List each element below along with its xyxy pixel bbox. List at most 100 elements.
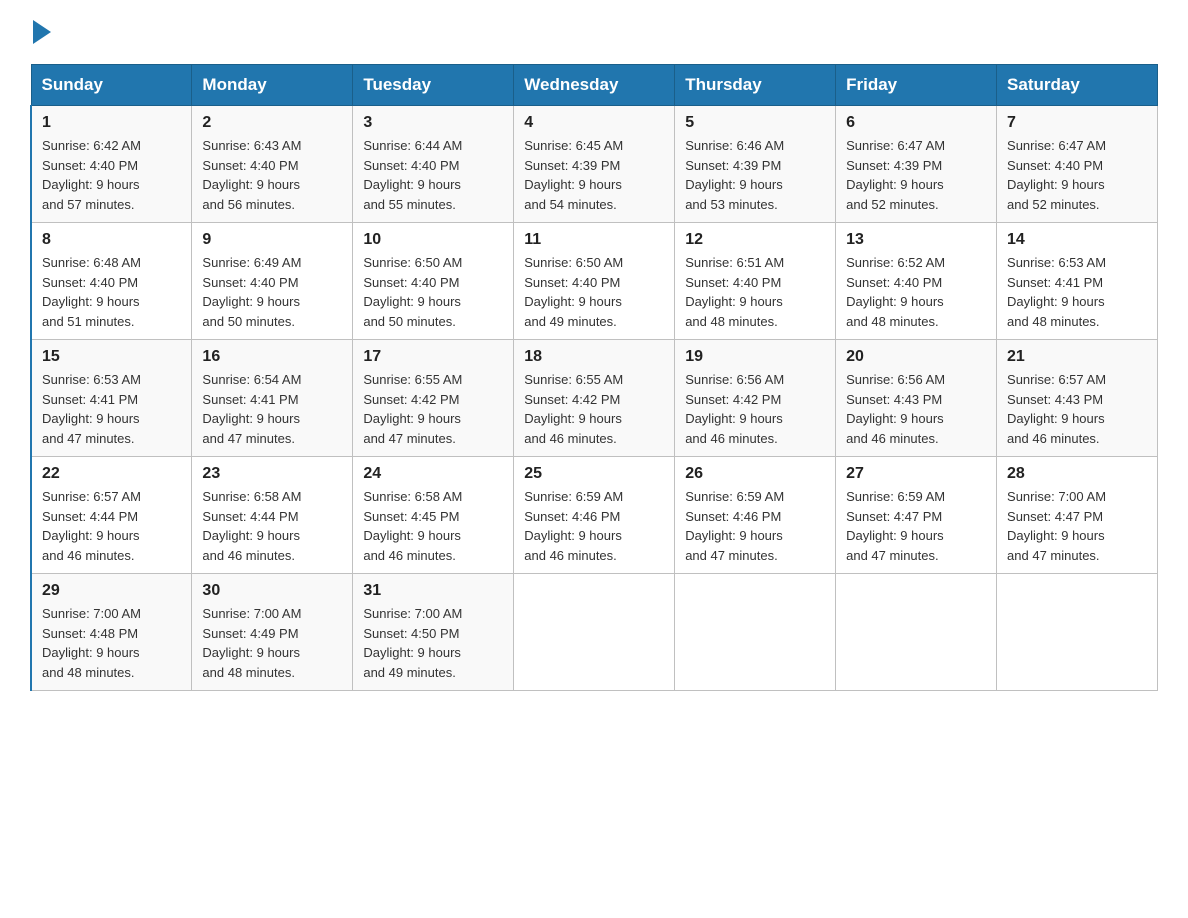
day-info: Sunrise: 6:54 AM Sunset: 4:41 PM Dayligh… <box>202 370 342 448</box>
day-number: 16 <box>202 348 342 366</box>
day-info: Sunrise: 6:45 AM Sunset: 4:39 PM Dayligh… <box>524 136 664 214</box>
empty-cell <box>997 574 1158 691</box>
day-number: 28 <box>1007 465 1147 483</box>
day-number: 20 <box>846 348 986 366</box>
day-info: Sunrise: 6:55 AM Sunset: 4:42 PM Dayligh… <box>363 370 503 448</box>
column-header-monday: Monday <box>192 65 353 106</box>
empty-cell <box>836 574 997 691</box>
day-cell-23: 23 Sunrise: 6:58 AM Sunset: 4:44 PM Dayl… <box>192 457 353 574</box>
column-header-thursday: Thursday <box>675 65 836 106</box>
column-header-tuesday: Tuesday <box>353 65 514 106</box>
week-row-3: 15 Sunrise: 6:53 AM Sunset: 4:41 PM Dayl… <box>31 340 1158 457</box>
logo <box>30 20 51 44</box>
day-cell-31: 31 Sunrise: 7:00 AM Sunset: 4:50 PM Dayl… <box>353 574 514 691</box>
day-cell-1: 1 Sunrise: 6:42 AM Sunset: 4:40 PM Dayli… <box>31 106 192 223</box>
column-header-saturday: Saturday <box>997 65 1158 106</box>
column-header-wednesday: Wednesday <box>514 65 675 106</box>
day-cell-3: 3 Sunrise: 6:44 AM Sunset: 4:40 PM Dayli… <box>353 106 514 223</box>
day-cell-10: 10 Sunrise: 6:50 AM Sunset: 4:40 PM Dayl… <box>353 223 514 340</box>
day-info: Sunrise: 6:58 AM Sunset: 4:45 PM Dayligh… <box>363 487 503 565</box>
day-number: 14 <box>1007 231 1147 249</box>
day-number: 27 <box>846 465 986 483</box>
week-row-5: 29 Sunrise: 7:00 AM Sunset: 4:48 PM Dayl… <box>31 574 1158 691</box>
week-row-2: 8 Sunrise: 6:48 AM Sunset: 4:40 PM Dayli… <box>31 223 1158 340</box>
day-info: Sunrise: 6:57 AM Sunset: 4:44 PM Dayligh… <box>42 487 181 565</box>
day-info: Sunrise: 6:56 AM Sunset: 4:43 PM Dayligh… <box>846 370 986 448</box>
day-number: 8 <box>42 231 181 249</box>
day-number: 17 <box>363 348 503 366</box>
day-info: Sunrise: 6:47 AM Sunset: 4:40 PM Dayligh… <box>1007 136 1147 214</box>
empty-cell <box>675 574 836 691</box>
day-cell-18: 18 Sunrise: 6:55 AM Sunset: 4:42 PM Dayl… <box>514 340 675 457</box>
day-info: Sunrise: 6:53 AM Sunset: 4:41 PM Dayligh… <box>42 370 181 448</box>
day-cell-7: 7 Sunrise: 6:47 AM Sunset: 4:40 PM Dayli… <box>997 106 1158 223</box>
day-number: 25 <box>524 465 664 483</box>
day-number: 29 <box>42 582 181 600</box>
empty-cell <box>514 574 675 691</box>
day-info: Sunrise: 6:43 AM Sunset: 4:40 PM Dayligh… <box>202 136 342 214</box>
day-number: 1 <box>42 114 181 132</box>
day-number: 24 <box>363 465 503 483</box>
day-info: Sunrise: 6:44 AM Sunset: 4:40 PM Dayligh… <box>363 136 503 214</box>
day-info: Sunrise: 6:59 AM Sunset: 4:46 PM Dayligh… <box>685 487 825 565</box>
day-number: 9 <box>202 231 342 249</box>
day-number: 21 <box>1007 348 1147 366</box>
day-info: Sunrise: 6:51 AM Sunset: 4:40 PM Dayligh… <box>685 253 825 331</box>
day-number: 11 <box>524 231 664 249</box>
day-cell-13: 13 Sunrise: 6:52 AM Sunset: 4:40 PM Dayl… <box>836 223 997 340</box>
day-info: Sunrise: 6:46 AM Sunset: 4:39 PM Dayligh… <box>685 136 825 214</box>
day-cell-19: 19 Sunrise: 6:56 AM Sunset: 4:42 PM Dayl… <box>675 340 836 457</box>
day-number: 22 <box>42 465 181 483</box>
day-cell-15: 15 Sunrise: 6:53 AM Sunset: 4:41 PM Dayl… <box>31 340 192 457</box>
calendar-header-row: SundayMondayTuesdayWednesdayThursdayFrid… <box>31 65 1158 106</box>
day-cell-24: 24 Sunrise: 6:58 AM Sunset: 4:45 PM Dayl… <box>353 457 514 574</box>
day-number: 10 <box>363 231 503 249</box>
day-info: Sunrise: 6:56 AM Sunset: 4:42 PM Dayligh… <box>685 370 825 448</box>
logo-arrow-icon <box>33 20 51 44</box>
day-number: 15 <box>42 348 181 366</box>
day-number: 12 <box>685 231 825 249</box>
day-cell-14: 14 Sunrise: 6:53 AM Sunset: 4:41 PM Dayl… <box>997 223 1158 340</box>
day-number: 19 <box>685 348 825 366</box>
day-cell-29: 29 Sunrise: 7:00 AM Sunset: 4:48 PM Dayl… <box>31 574 192 691</box>
day-number: 5 <box>685 114 825 132</box>
day-number: 13 <box>846 231 986 249</box>
day-number: 26 <box>685 465 825 483</box>
day-info: Sunrise: 6:52 AM Sunset: 4:40 PM Dayligh… <box>846 253 986 331</box>
day-cell-6: 6 Sunrise: 6:47 AM Sunset: 4:39 PM Dayli… <box>836 106 997 223</box>
day-number: 3 <box>363 114 503 132</box>
day-info: Sunrise: 6:49 AM Sunset: 4:40 PM Dayligh… <box>202 253 342 331</box>
day-info: Sunrise: 7:00 AM Sunset: 4:50 PM Dayligh… <box>363 604 503 682</box>
day-number: 4 <box>524 114 664 132</box>
day-cell-22: 22 Sunrise: 6:57 AM Sunset: 4:44 PM Dayl… <box>31 457 192 574</box>
column-header-friday: Friday <box>836 65 997 106</box>
day-info: Sunrise: 6:42 AM Sunset: 4:40 PM Dayligh… <box>42 136 181 214</box>
day-cell-9: 9 Sunrise: 6:49 AM Sunset: 4:40 PM Dayli… <box>192 223 353 340</box>
day-cell-27: 27 Sunrise: 6:59 AM Sunset: 4:47 PM Dayl… <box>836 457 997 574</box>
day-info: Sunrise: 6:53 AM Sunset: 4:41 PM Dayligh… <box>1007 253 1147 331</box>
day-info: Sunrise: 6:50 AM Sunset: 4:40 PM Dayligh… <box>524 253 664 331</box>
day-cell-11: 11 Sunrise: 6:50 AM Sunset: 4:40 PM Dayl… <box>514 223 675 340</box>
day-info: Sunrise: 6:50 AM Sunset: 4:40 PM Dayligh… <box>363 253 503 331</box>
day-number: 6 <box>846 114 986 132</box>
day-number: 2 <box>202 114 342 132</box>
day-cell-28: 28 Sunrise: 7:00 AM Sunset: 4:47 PM Dayl… <box>997 457 1158 574</box>
page-header <box>30 20 1158 44</box>
day-cell-5: 5 Sunrise: 6:46 AM Sunset: 4:39 PM Dayli… <box>675 106 836 223</box>
day-cell-17: 17 Sunrise: 6:55 AM Sunset: 4:42 PM Dayl… <box>353 340 514 457</box>
day-cell-21: 21 Sunrise: 6:57 AM Sunset: 4:43 PM Dayl… <box>997 340 1158 457</box>
day-cell-2: 2 Sunrise: 6:43 AM Sunset: 4:40 PM Dayli… <box>192 106 353 223</box>
column-header-sunday: Sunday <box>31 65 192 106</box>
day-number: 18 <box>524 348 664 366</box>
day-cell-4: 4 Sunrise: 6:45 AM Sunset: 4:39 PM Dayli… <box>514 106 675 223</box>
day-cell-25: 25 Sunrise: 6:59 AM Sunset: 4:46 PM Dayl… <box>514 457 675 574</box>
day-info: Sunrise: 6:55 AM Sunset: 4:42 PM Dayligh… <box>524 370 664 448</box>
day-number: 7 <box>1007 114 1147 132</box>
day-cell-20: 20 Sunrise: 6:56 AM Sunset: 4:43 PM Dayl… <box>836 340 997 457</box>
day-cell-8: 8 Sunrise: 6:48 AM Sunset: 4:40 PM Dayli… <box>31 223 192 340</box>
day-info: Sunrise: 7:00 AM Sunset: 4:48 PM Dayligh… <box>42 604 181 682</box>
day-number: 31 <box>363 582 503 600</box>
day-info: Sunrise: 7:00 AM Sunset: 4:49 PM Dayligh… <box>202 604 342 682</box>
day-number: 30 <box>202 582 342 600</box>
day-cell-12: 12 Sunrise: 6:51 AM Sunset: 4:40 PM Dayl… <box>675 223 836 340</box>
